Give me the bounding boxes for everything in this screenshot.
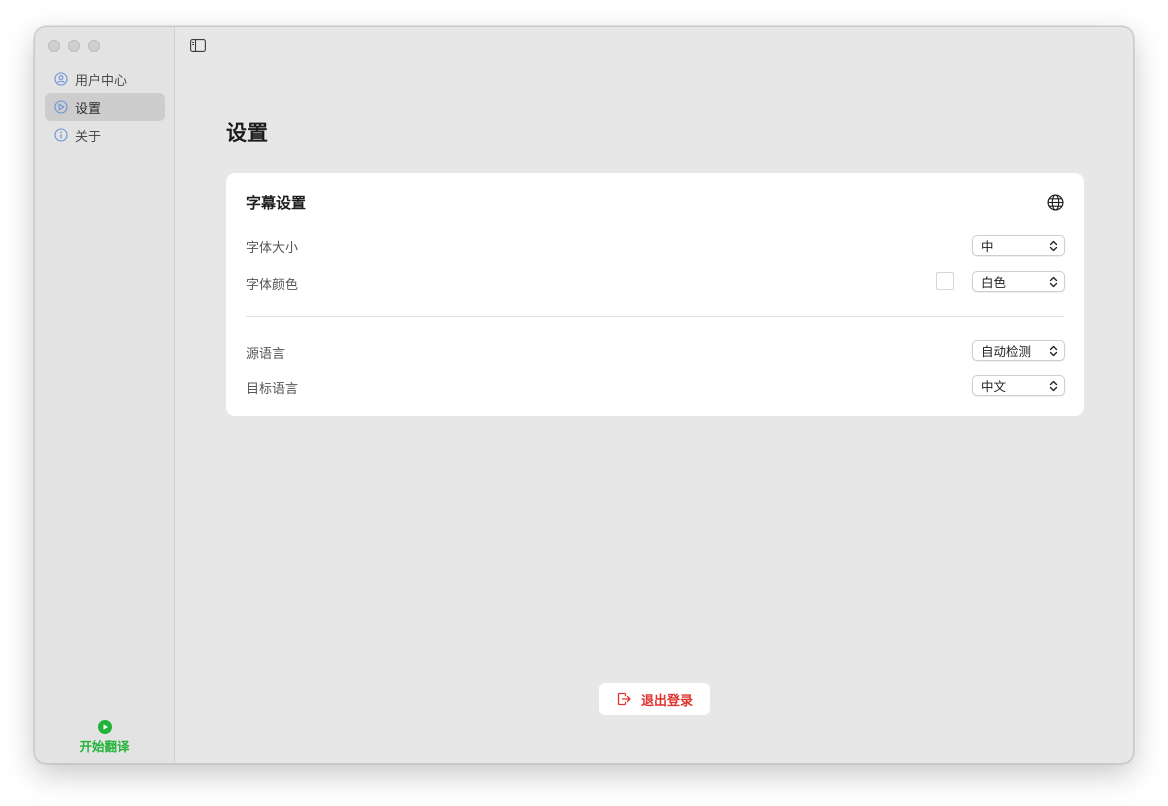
font-size-value: 中 — [981, 239, 994, 254]
sidebar: 用户中心 设置 关于 开始翻译 — [35, 27, 175, 763]
sidebar-nav: 用户中心 设置 关于 — [45, 65, 165, 149]
sidebar-toggle-icon[interactable] — [190, 39, 206, 52]
source-language-label: 源语言 — [246, 347, 286, 362]
logout-label: 退出登录 — [640, 693, 693, 709]
zoom-window-button[interactable] — [88, 40, 100, 52]
source-language-select[interactable]: 自动检测 — [972, 340, 1065, 361]
chevron-up-down-icon — [1049, 345, 1058, 357]
subtitle-settings-card: 字幕设置 字体大小 中 字体颜色 白色 源语言 自动检测 目标语言 中文 — [226, 173, 1084, 416]
target-language-value: 中文 — [981, 379, 1007, 394]
chevron-up-down-icon — [1049, 240, 1058, 252]
info-icon — [54, 128, 68, 142]
sidebar-item-label: 关于 — [75, 129, 102, 145]
font-size-select[interactable]: 中 — [972, 235, 1065, 256]
logout-icon — [617, 692, 631, 706]
sidebar-item-user-center[interactable]: 用户中心 — [45, 65, 165, 93]
sidebar-item-label: 用户中心 — [75, 73, 128, 89]
settings-icon — [54, 100, 68, 114]
app-window: 用户中心 设置 关于 开始翻译 设置 字幕设置 字体大小 中 字体颜色 白色 源… — [34, 26, 1134, 764]
card-title: 字幕设置 — [246, 194, 307, 212]
user-circle-icon — [54, 72, 68, 86]
font-size-label: 字体大小 — [246, 241, 299, 256]
sidebar-item-settings[interactable]: 设置 — [45, 93, 165, 121]
play-icon — [97, 720, 112, 734]
font-color-value: 白色 — [981, 275, 1007, 290]
start-translation-button[interactable]: 开始翻译 — [35, 720, 174, 755]
divider — [246, 316, 1064, 317]
font-color-swatch[interactable] — [936, 272, 954, 290]
start-translation-label: 开始翻译 — [79, 739, 130, 754]
main-content: 设置 字幕设置 字体大小 中 字体颜色 白色 源语言 自动检测 目标语言 中文 … — [175, 27, 1133, 763]
chevron-up-down-icon — [1049, 276, 1058, 288]
font-color-select[interactable]: 白色 — [972, 271, 1065, 292]
chevron-up-down-icon — [1049, 380, 1058, 392]
sidebar-item-about[interactable]: 关于 — [45, 121, 165, 149]
target-language-select[interactable]: 中文 — [972, 375, 1065, 396]
font-color-label: 字体颜色 — [246, 278, 299, 293]
source-language-value: 自动检测 — [981, 344, 1032, 359]
page-title: 设置 — [226, 121, 268, 145]
globe-icon[interactable] — [1047, 194, 1064, 211]
minimize-window-button[interactable] — [68, 40, 80, 52]
target-language-label: 目标语言 — [246, 382, 299, 397]
window-controls — [48, 40, 100, 52]
close-window-button[interactable] — [48, 40, 60, 52]
sidebar-item-label: 设置 — [75, 101, 102, 117]
logout-button[interactable]: 退出登录 — [599, 683, 710, 715]
